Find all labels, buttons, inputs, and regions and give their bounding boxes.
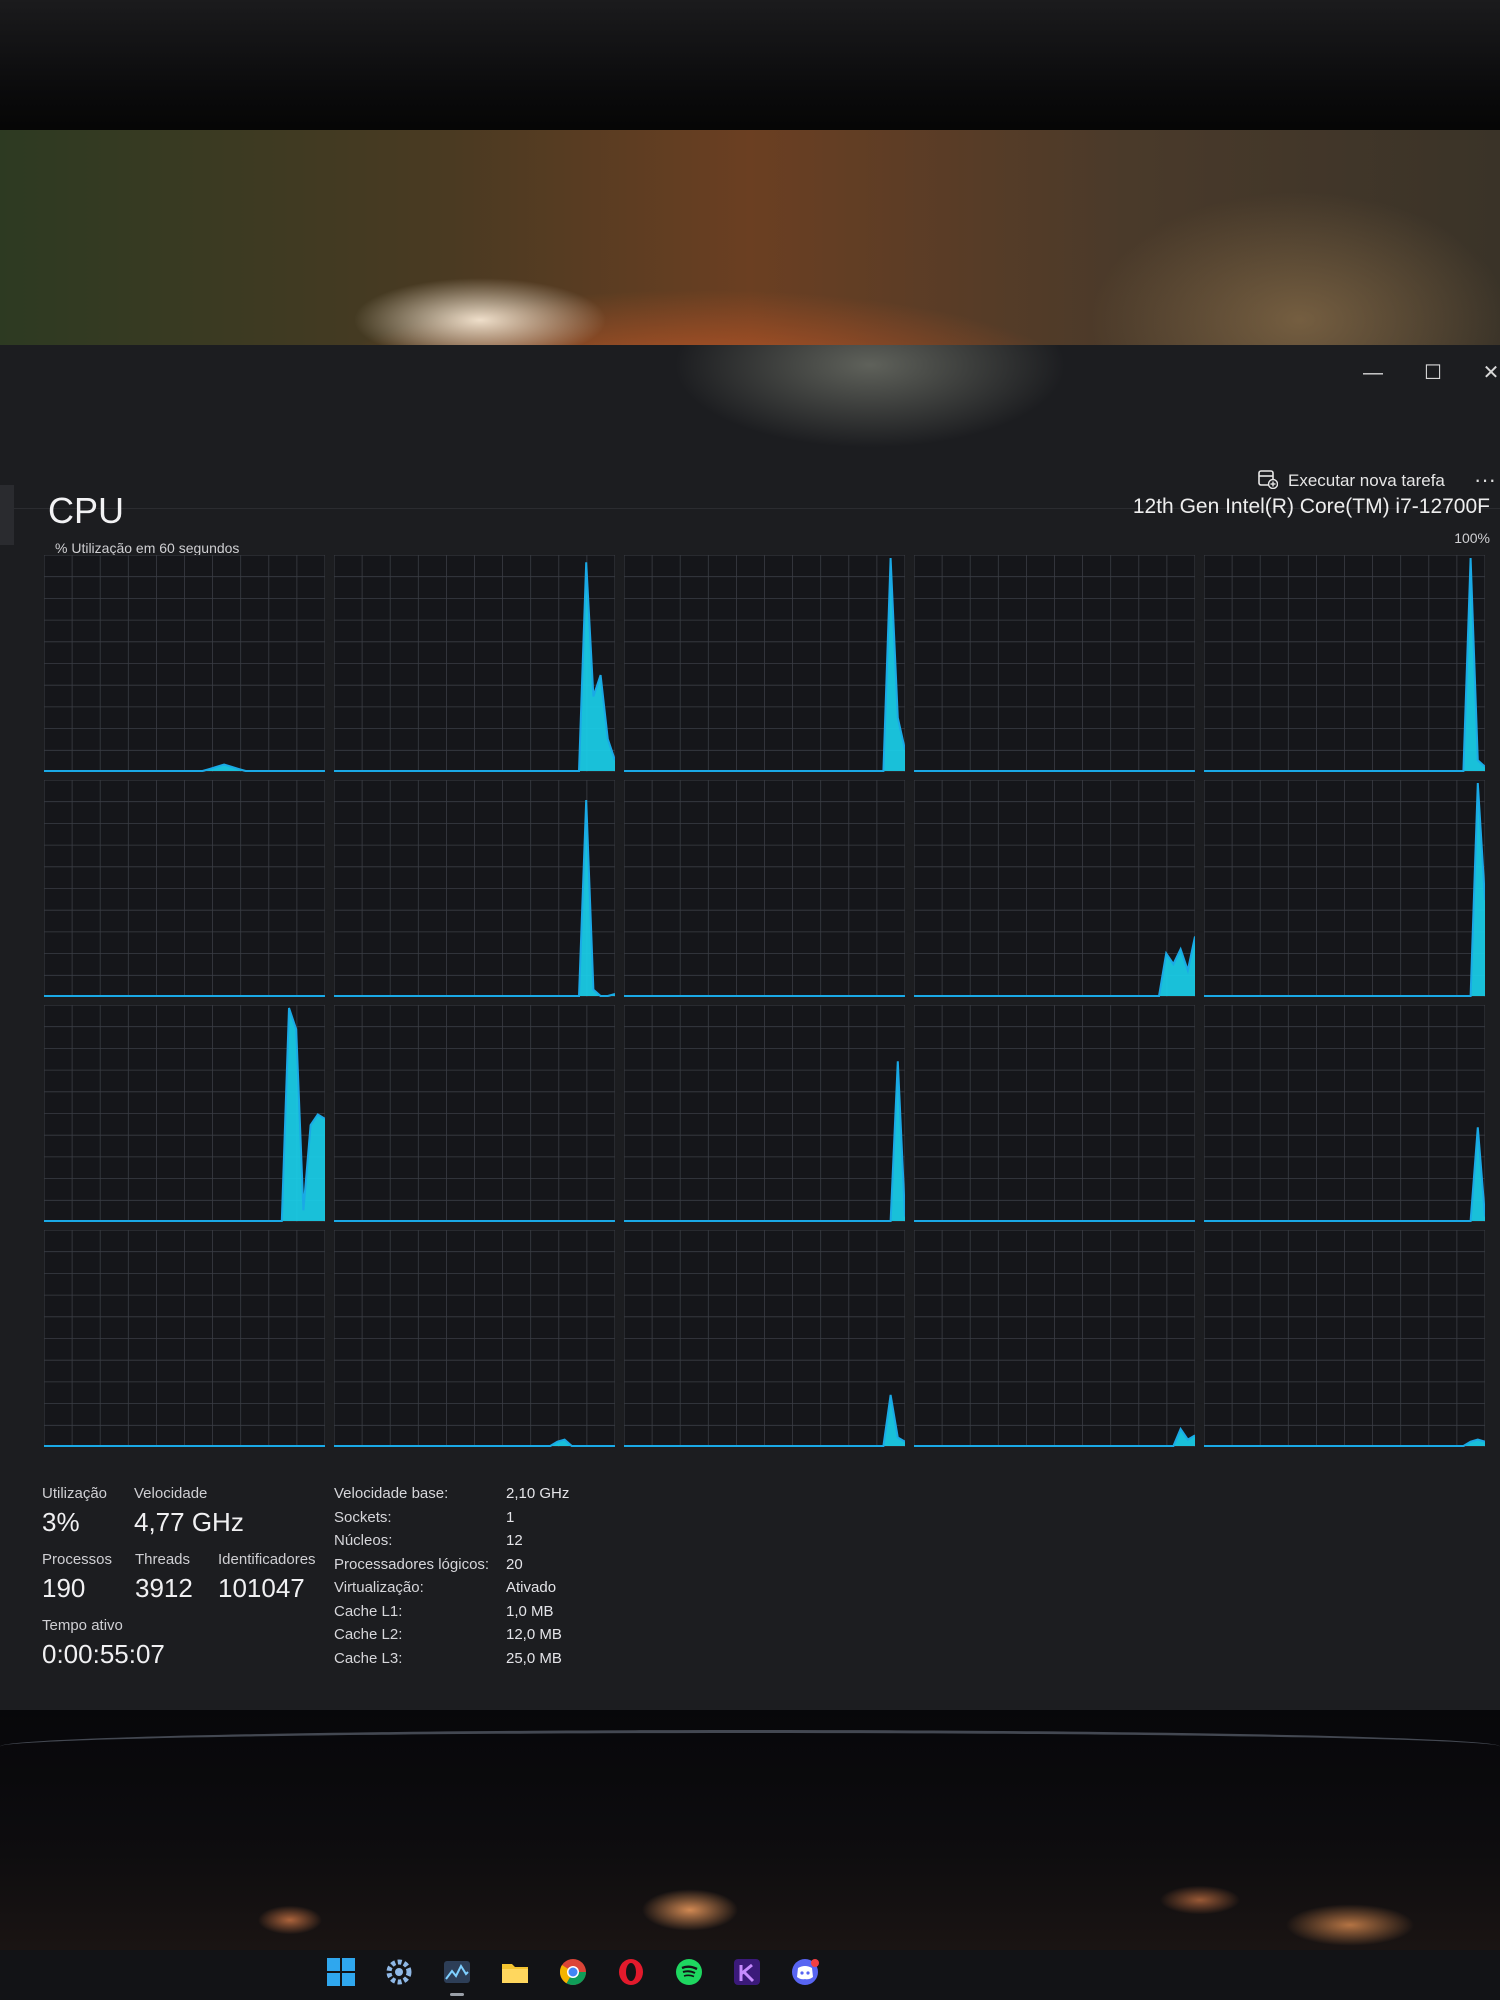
title-bar: — ☐ ✕ xyxy=(0,345,1500,403)
desktop-wallpaper-bottom xyxy=(0,1710,1500,1950)
logical-processor-graph-11 xyxy=(334,1005,615,1222)
detail-key: Cache L2: xyxy=(334,1626,403,1643)
app-k-icon[interactable] xyxy=(728,1953,766,1991)
sidebar-selection-indicator xyxy=(0,485,14,545)
logical-processor-graphs xyxy=(44,555,1492,1465)
file-explorer-icon[interactable] xyxy=(496,1953,534,1991)
detail-value: 12,0 MB xyxy=(506,1626,562,1643)
logical-processor-graph-8 xyxy=(914,780,1195,997)
graph-max-label: 100% xyxy=(1454,530,1490,546)
detail-key: Sockets: xyxy=(334,1508,392,1526)
detail-key: Cache L3: xyxy=(334,1649,403,1667)
logical-processor-graph-13 xyxy=(914,1005,1195,1222)
run-new-task-label: Executar nova tarefa xyxy=(1288,471,1445,490)
desktop-wallpaper xyxy=(0,130,1500,345)
close-button[interactable]: ✕ xyxy=(1468,353,1500,393)
logical-processor-graph-17 xyxy=(624,1230,905,1447)
logical-processor-graph-2 xyxy=(624,555,905,772)
logical-processor-graph-18 xyxy=(914,1230,1195,1447)
page-title: CPU xyxy=(48,490,125,531)
handles-value: 101047 xyxy=(218,1573,305,1603)
detail-value: 1 xyxy=(506,1508,515,1526)
speed-label: Velocidade xyxy=(134,1485,208,1502)
logical-processor-graph-9 xyxy=(1204,780,1485,997)
detail-value: Ativado xyxy=(506,1579,557,1596)
logical-processor-graph-7 xyxy=(624,780,905,997)
taskbar-apps xyxy=(322,1953,824,1996)
logical-processor-graph-12 xyxy=(624,1005,905,1222)
task-manager-icon[interactable] xyxy=(438,1953,476,1996)
toolbar: Executar nova tarefa ··· xyxy=(0,403,1500,509)
utilization-value: 3% xyxy=(42,1507,80,1537)
speed-value: 4,77 GHz xyxy=(134,1507,244,1537)
threads-value: 3912 xyxy=(135,1573,193,1603)
minimize-button[interactable]: — xyxy=(1350,353,1396,393)
taskbar xyxy=(0,1950,1500,2000)
processes-label: Processos xyxy=(42,1551,113,1568)
run-task-icon xyxy=(1258,469,1279,494)
opera-icon[interactable] xyxy=(612,1953,650,1991)
cpu-model-name: 12th Gen Intel(R) Core(TM) i7-12700F xyxy=(1132,495,1490,518)
detail-key: Núcleos: xyxy=(334,1532,393,1549)
detail-key: Processadores lógicos: xyxy=(334,1555,490,1573)
logical-processor-graph-5 xyxy=(44,780,325,997)
detail-key: Virtualização: xyxy=(334,1579,424,1596)
detail-value: 12 xyxy=(506,1532,523,1549)
logical-processor-graph-16 xyxy=(334,1230,615,1447)
logical-processor-graph-1 xyxy=(334,555,615,772)
logical-processor-graph-6 xyxy=(334,780,615,997)
uptime-value: 0:00:55:07 xyxy=(42,1639,165,1669)
task-manager-window: — ☐ ✕ Executar nova tarefa ··· CPU 12th … xyxy=(0,345,1500,1710)
handles-label: Identificadores xyxy=(218,1551,316,1568)
monitor-bezel-top xyxy=(0,0,1500,135)
utilization-graph-label: % Utilização em 60 segundos xyxy=(55,540,240,556)
utilization-label: Utilização xyxy=(42,1485,108,1502)
logical-processor-graph-19 xyxy=(1204,1230,1485,1447)
logical-processor-graph-4 xyxy=(1204,555,1485,772)
threads-label: Threads xyxy=(135,1551,191,1568)
cpu-stats-panel: Utilização 3% Velocidade 4,77 GHz Proces… xyxy=(40,1485,1500,1695)
spotify-icon[interactable] xyxy=(670,1953,708,1991)
settings-icon[interactable] xyxy=(380,1953,418,1991)
logical-processor-graph-15 xyxy=(44,1230,325,1447)
maximize-button[interactable]: ☐ xyxy=(1410,353,1456,393)
uptime-label: Tempo ativo xyxy=(42,1617,123,1634)
detail-value: 25,0 MB xyxy=(506,1649,562,1667)
logical-processor-graph-14 xyxy=(1204,1005,1485,1222)
detail-key: Velocidade base: xyxy=(334,1485,449,1502)
processes-value: 190 xyxy=(42,1573,86,1603)
discord-icon[interactable] xyxy=(786,1953,824,1991)
logical-processor-graph-10 xyxy=(44,1005,325,1222)
detail-value: 20 xyxy=(506,1555,523,1573)
detail-key: Cache L1: xyxy=(334,1602,403,1620)
detail-value: 1,0 MB xyxy=(506,1602,554,1620)
start-icon[interactable] xyxy=(322,1953,360,1991)
run-new-task-button[interactable]: Executar nova tarefa xyxy=(1258,467,1445,495)
more-options-button[interactable]: ··· xyxy=(1474,467,1496,493)
detail-value: 2,10 GHz xyxy=(506,1485,570,1502)
chrome-icon[interactable] xyxy=(554,1953,592,1991)
logical-processor-graph-0 xyxy=(44,555,325,772)
logical-processor-graph-3 xyxy=(914,555,1195,772)
